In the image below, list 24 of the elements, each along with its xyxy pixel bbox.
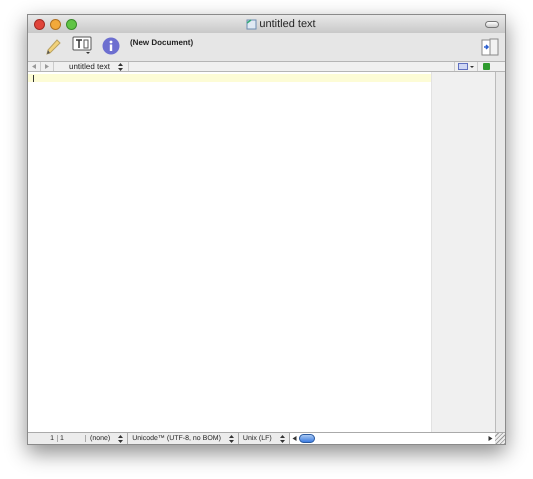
drawer-toggle-icon[interactable]	[481, 38, 499, 56]
resize-grip-icon[interactable]	[495, 433, 505, 444]
document-menu[interactable]: untitled text	[54, 62, 129, 71]
text-options-icon[interactable]	[72, 36, 92, 56]
document-icon	[246, 18, 258, 30]
up-down-arrows-icon	[280, 434, 285, 442]
scroll-left-icon[interactable]	[292, 436, 297, 441]
window-title: untitled text	[259, 16, 316, 32]
scroll-thumb[interactable]	[298, 434, 315, 443]
pencil-icon[interactable]	[44, 38, 62, 56]
text-cursor	[33, 74, 34, 82]
zoom-button[interactable]	[66, 18, 77, 30]
info-icon[interactable]	[102, 37, 120, 55]
close-button[interactable]	[34, 18, 45, 30]
up-down-arrows-icon	[118, 62, 123, 70]
up-down-arrows-icon	[118, 434, 124, 442]
markers-icon[interactable]	[454, 62, 477, 71]
vertical-scrollbar[interactable]	[495, 72, 505, 432]
scroll-right-icon[interactable]	[488, 436, 493, 441]
horizontal-scrollbar[interactable]	[290, 433, 495, 444]
up-down-arrows-icon	[228, 434, 234, 442]
minimize-button[interactable]	[50, 18, 61, 30]
document-status: (New Document)	[130, 37, 194, 49]
toolbar-toggle-button[interactable]	[485, 20, 499, 28]
